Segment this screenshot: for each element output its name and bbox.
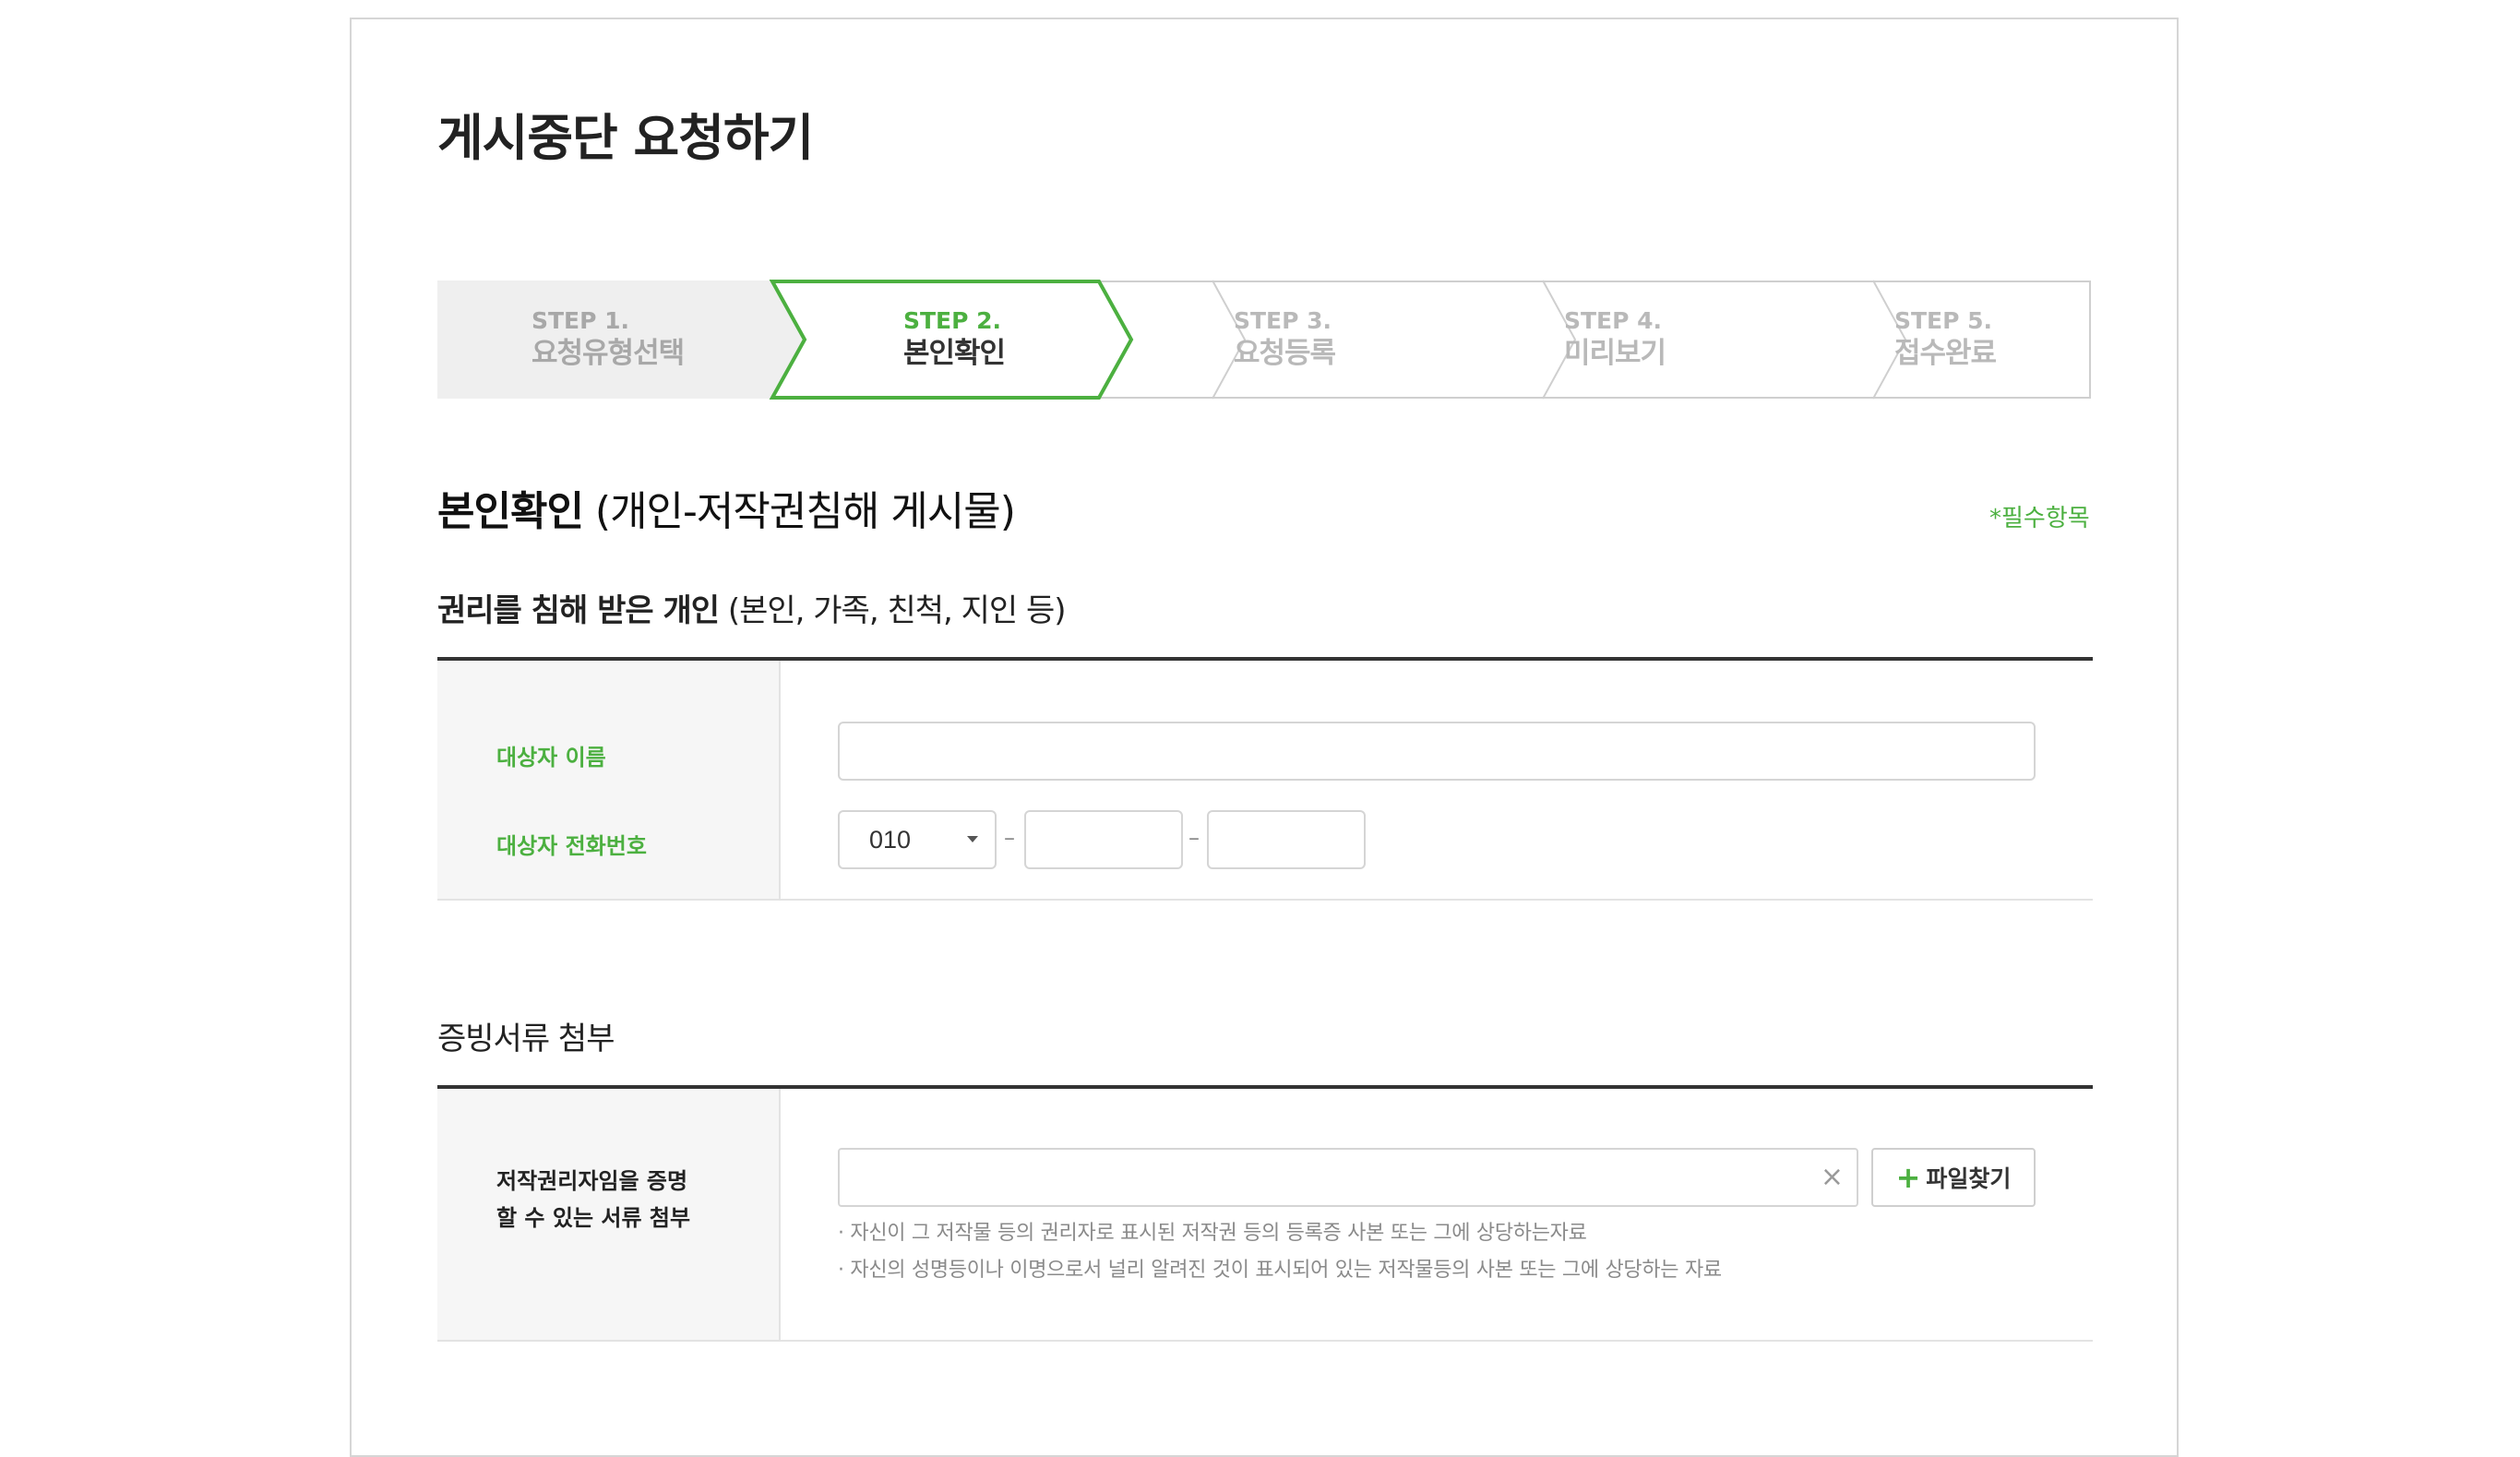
- attachment-hint-2: · 자신의 성명등이나 이명으로서 널리 알려진 것이 표시되어 있는 저작물등…: [838, 1259, 1722, 1282]
- page-title: 게시중단 요청하기: [437, 109, 814, 167]
- identity-sub-heading: 권리를 침해 받은 개인 (본인, 가족, 친척, 지인 등): [437, 585, 1067, 630]
- phone-prefix-select[interactable]: 010: [838, 810, 997, 869]
- name-label: 대상자 이름: [496, 745, 606, 770]
- step-2-label: 본인확인: [903, 336, 1006, 370]
- step-3-label: 요청등록: [1234, 336, 1336, 370]
- step-1-label: 요청유형선택: [531, 336, 685, 370]
- step-5-label: 접수완료: [1894, 336, 1997, 370]
- phone-dash-2: –: [1188, 825, 1200, 851]
- plus-icon: +: [1895, 1160, 1921, 1195]
- step-3: STEP 3. 요청등록: [1234, 282, 1455, 397]
- identity-sub-rest: (본인, 가족, 친척, 지인 등): [719, 592, 1067, 629]
- step-2: STEP 2. 본인확인: [903, 282, 1125, 397]
- attachment-label-line-2: 할 수 있는 서류 첨부: [496, 1205, 691, 1231]
- required-note: *필수항목: [1989, 505, 2090, 532]
- step-5: STEP 5. 접수완료: [1894, 282, 2116, 397]
- identity-sub-bold: 권리를 침해 받은 개인: [437, 592, 720, 629]
- attachment-label: 저작권리자임을 증명 할 수 있는 서류 첨부: [496, 1163, 690, 1236]
- find-file-label: 파일찾기: [1926, 1165, 2012, 1192]
- step-5-number: STEP 5.: [1894, 306, 1993, 334]
- phone-dash-1: –: [1004, 825, 1015, 851]
- step-4-number: STEP 4.: [1564, 306, 1663, 334]
- phone-last-input[interactable]: [1207, 810, 1366, 869]
- step-4-label: 미리보기: [1564, 336, 1666, 370]
- find-file-button[interactable]: + 파일찾기: [1871, 1148, 2036, 1207]
- attachment-heading: 증빙서류 첨부: [437, 1021, 615, 1057]
- step-3-number: STEP 3.: [1234, 306, 1332, 334]
- file-path-field[interactable]: ×: [838, 1148, 1858, 1207]
- identity-label-column: [437, 661, 781, 899]
- identity-heading-rest: (개인-저작권침해 게시물): [582, 488, 1016, 535]
- attachment-hint-1: · 자신이 그 저작물 등의 권리자로 표시된 저작권 등의 등록증 사본 또는…: [838, 1222, 1587, 1245]
- identity-heading-bold: 본인확인: [437, 488, 584, 535]
- attachment-form: 저작권리자임을 증명 할 수 있는 서류 첨부 × + 파일찾기 · 자신이 그…: [437, 1085, 2093, 1342]
- name-input[interactable]: [838, 722, 2036, 781]
- step-1-number: STEP 1.: [531, 306, 630, 334]
- phone-middle-input[interactable]: [1024, 810, 1183, 869]
- phone-prefix-value: 010: [869, 825, 912, 854]
- step-4: STEP 4. 미리보기: [1564, 282, 1785, 397]
- phone-label: 대상자 전화번호: [496, 833, 647, 859]
- step-progress: STEP 1. 요청유형선택 STEP 2. 본인확인 STEP 3. 요청등록…: [437, 280, 2091, 400]
- close-icon[interactable]: ×: [1821, 1161, 1844, 1194]
- step-2-number: STEP 2.: [903, 306, 1002, 334]
- attachment-label-line-1: 저작권리자임을 증명: [496, 1168, 688, 1194]
- chevron-down-icon: [967, 836, 978, 842]
- identity-form: 대상자 이름 대상자 전화번호 010 – –: [437, 657, 2093, 901]
- step-1: STEP 1. 요청유형선택: [531, 282, 753, 397]
- identity-section-heading: 본인확인 (개인-저작권침해 게시물): [437, 478, 1016, 537]
